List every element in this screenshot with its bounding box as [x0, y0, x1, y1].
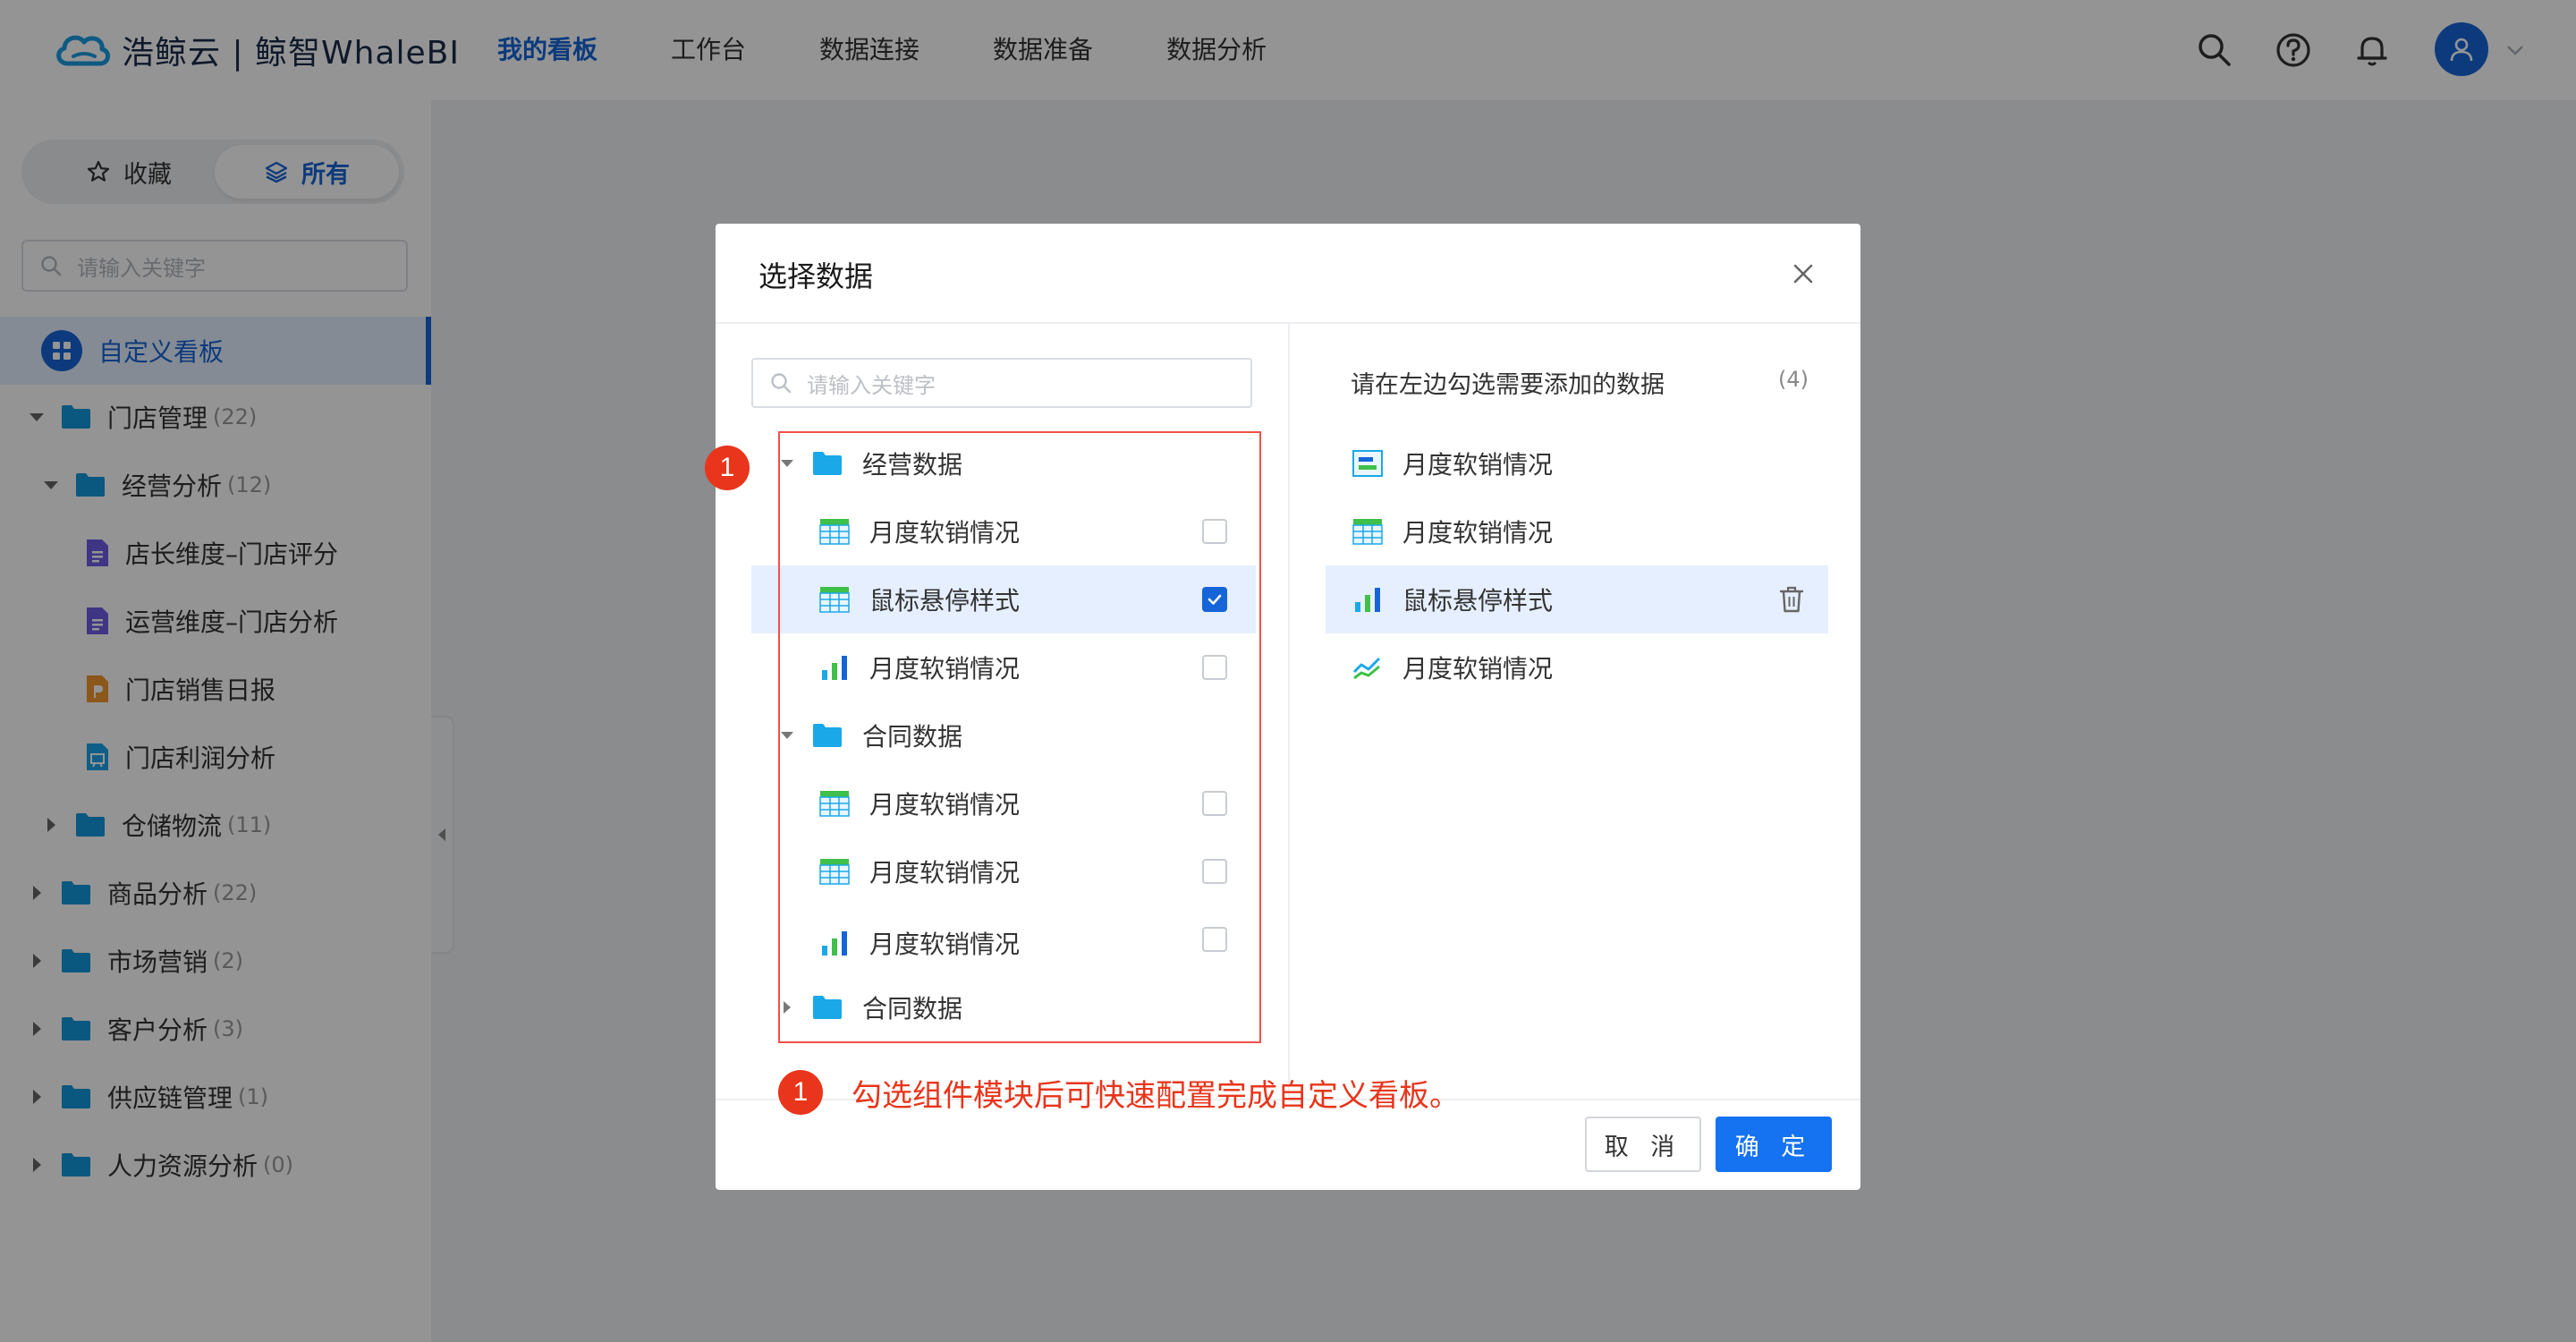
left-tree-item[interactable]: 月度软销情况: [819, 641, 1020, 694]
callout-hint: 1 勾选组件模块后可快速配置完成自定义看板。: [778, 1068, 1460, 1117]
selected-item-label: 月度软销情况: [1402, 654, 1554, 684]
tree-label: 合同数据: [862, 722, 963, 752]
item-checkbox[interactable]: [1202, 655, 1227, 680]
divider: [1288, 324, 1290, 1099]
left-tree-folder-contract-data[interactable]: 合同数据: [778, 709, 962, 762]
folder-icon: [813, 724, 842, 747]
selected-item-label: 月度软销情况: [1402, 518, 1554, 548]
cancel-button[interactable]: 取 消: [1585, 1117, 1701, 1172]
tree-label: 鼠标悬停样式: [869, 586, 1021, 616]
callout-badge: 1: [778, 1070, 823, 1115]
trash-icon[interactable]: [1778, 585, 1805, 614]
selected-item-hovered[interactable]: 鼠标悬停样式: [1352, 573, 1553, 626]
caret-down-icon: [781, 460, 793, 467]
item-checkbox[interactable]: [1202, 519, 1227, 544]
item-checkbox-checked[interactable]: [1202, 587, 1227, 612]
callout-badge: 1: [705, 446, 750, 490]
table-icon: [819, 791, 850, 817]
item-checkbox[interactable]: [1202, 791, 1227, 816]
selected-item[interactable]: 月度软销情况: [1352, 505, 1553, 558]
bar-chart-icon: [822, 656, 847, 680]
table-icon: [819, 519, 850, 545]
table-icon: [819, 859, 850, 885]
selected-count: (4): [1778, 367, 1809, 392]
tree-label: 月度软销情况: [869, 930, 1021, 959]
left-tree-item[interactable]: 月度软销情况: [819, 777, 1020, 830]
search-icon: [771, 373, 792, 394]
item-checkbox[interactable]: [1202, 859, 1227, 884]
bar-chart-icon: [1355, 588, 1380, 612]
table-icon: [1352, 519, 1383, 545]
line-chart-icon: [1352, 657, 1381, 680]
left-tree-folder-business-data[interactable]: 经营数据: [778, 437, 962, 490]
table-icon: [819, 587, 850, 613]
dialog-search-input[interactable]: 请输入关键字: [751, 358, 1252, 408]
close-icon[interactable]: [1787, 258, 1819, 290]
selected-item[interactable]: 月度软销情况: [1352, 641, 1553, 694]
left-tree-item-selected[interactable]: 鼠标悬停样式: [819, 573, 1020, 626]
tree-label: 月度软销情况: [869, 518, 1021, 548]
left-tree-item[interactable]: 月度软销情况: [819, 845, 1020, 898]
left-tree-folder-contract-data-2[interactable]: 合同数据: [778, 981, 962, 1034]
tree-label: 月度软销情况: [869, 654, 1021, 684]
caret-right-icon: [784, 1001, 791, 1014]
left-tree-item[interactable]: 月度软销情况: [819, 505, 1020, 558]
dialog-title: 选择数据: [758, 259, 874, 293]
folder-icon: [813, 996, 842, 1019]
tree-label: 合同数据: [862, 994, 963, 1023]
selected-item-label: 鼠标悬停样式: [1402, 586, 1554, 616]
selected-panel-header: 请在左边勾选需要添加的数据: [1351, 371, 1665, 399]
selected-item[interactable]: 月度软销情况: [1352, 437, 1553, 490]
left-tree-item[interactable]: 月度软销情况: [819, 916, 1020, 970]
check-icon: [1208, 594, 1222, 605]
indicator-card-icon: [1352, 450, 1383, 477]
dialog-search-placeholder: 请输入关键字: [807, 372, 936, 398]
callout-hint-text: 勾选组件模块后可快速配置完成自定义看板。: [852, 1077, 1460, 1114]
select-data-dialog: 选择数据 请输入关键字 1 经营数据 月度软销情况 鼠标悬停样式 月度软销情况: [705, 224, 1860, 1190]
tree-label: 月度软销情况: [869, 790, 1021, 820]
tree-label: 月度软销情况: [869, 858, 1021, 888]
item-checkbox[interactable]: [1202, 927, 1227, 952]
tree-label: 经营数据: [862, 450, 963, 480]
caret-down-icon: [781, 732, 793, 739]
confirm-button[interactable]: 确 定: [1716, 1117, 1832, 1172]
bar-chart-icon: [822, 931, 847, 956]
folder-icon: [813, 452, 842, 475]
selected-item-label: 月度软销情况: [1402, 450, 1554, 480]
